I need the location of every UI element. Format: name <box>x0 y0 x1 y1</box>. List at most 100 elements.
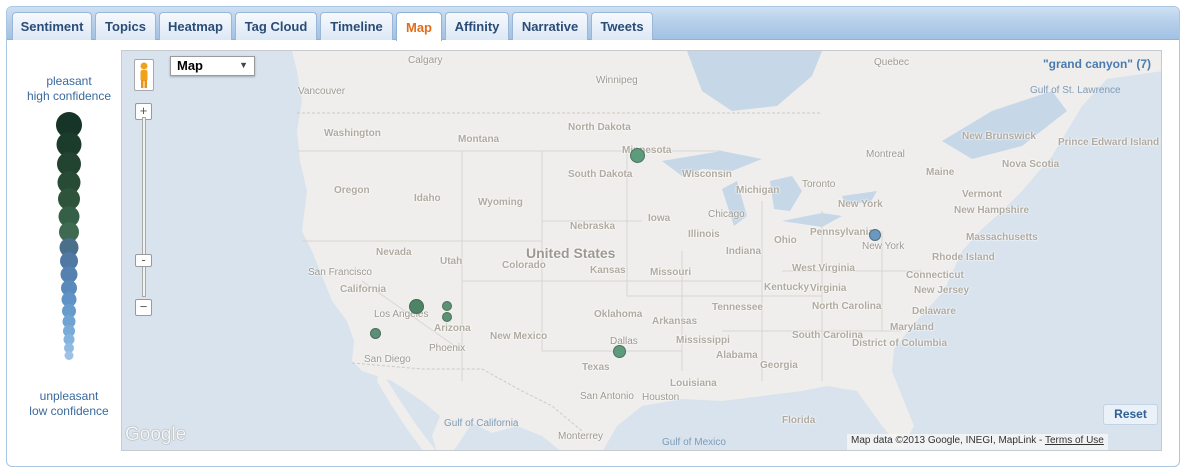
tweet-marker[interactable] <box>442 301 452 311</box>
map-label-state: Montana <box>458 134 500 145</box>
legend-scale-bubble <box>64 350 74 360</box>
tab-affinity[interactable]: Affinity <box>445 12 509 40</box>
map-label-city: San Antonio <box>580 391 634 402</box>
map-label-state: Nebraska <box>570 221 616 232</box>
tweet-marker[interactable] <box>630 148 645 163</box>
legend-top-label: pleasant high confidence <box>14 74 124 104</box>
map-attribution: Map data ©2013 Google, INEGI, MapLink - … <box>847 434 1108 450</box>
map-label-state: Michigan <box>736 185 780 196</box>
map-label-state: Colorado <box>502 260 546 271</box>
map-label-state: Indiana <box>726 246 762 257</box>
tweet-marker[interactable] <box>869 229 881 241</box>
query-label: "grand canyon" (7) <box>1042 57 1151 71</box>
dropdown-caret-icon: ▼ <box>239 60 248 70</box>
map-label-state: Prince Edward Island <box>1058 137 1160 148</box>
map-label-city: Dallas <box>610 336 638 347</box>
map-label-state: South Dakota <box>568 169 633 180</box>
map-label-state: New Jersey <box>914 285 970 296</box>
tweet-marker[interactable] <box>409 299 424 314</box>
map-label-state: Georgia <box>760 360 798 371</box>
map-type-select[interactable]: Map ▼ <box>170 56 255 76</box>
map-label-state: Idaho <box>414 193 441 204</box>
map-label-city: Vancouver <box>298 86 346 97</box>
tab-tweets[interactable]: Tweets <box>591 12 653 40</box>
terms-of-use-link[interactable]: Terms of Use <box>1045 435 1104 446</box>
map-label-city: San Diego <box>364 354 411 365</box>
map-label-state: Florida <box>782 415 816 426</box>
tab-narrative[interactable]: Narrative <box>512 12 588 40</box>
tab-topics[interactable]: Topics <box>95 12 156 40</box>
legend-high-confidence: high confidence <box>26 89 112 103</box>
map-label-city: San Francisco <box>308 267 372 278</box>
map-view[interactable]: Calgary Winnipeg Quebec Vancouver Washington… <box>121 50 1162 451</box>
map-label-city: Montreal <box>866 149 905 160</box>
map-label-country: United States <box>526 245 616 261</box>
legend-low-confidence: low confidence <box>29 404 109 418</box>
map-label-state: Connecticut <box>906 270 964 281</box>
map-label-state: West Virginia <box>792 263 855 274</box>
tab-heatmap[interactable]: Heatmap <box>159 12 232 40</box>
tweet-marker[interactable] <box>370 328 381 339</box>
map-label-state: Iowa <box>648 213 671 224</box>
map-label-state: Rhode Island <box>932 252 995 263</box>
map-label-city: Calgary <box>408 55 443 66</box>
reset-button[interactable]: Reset <box>1103 404 1158 425</box>
tab-bar: Sentiment Topics Heatmap Tag Cloud Timel… <box>7 7 1179 41</box>
google-logo: Google <box>125 424 187 445</box>
pegman-icon <box>140 62 148 88</box>
map-label-city: New York <box>862 241 905 252</box>
zoom-slider-handle[interactable]: - <box>135 253 152 267</box>
map-label-state: North Dakota <box>568 122 631 133</box>
legend-unpleasant: unpleasant <box>39 389 99 403</box>
zoom-out-button[interactable]: − <box>135 299 152 316</box>
tab-sentiment[interactable]: Sentiment <box>12 12 92 40</box>
tab-map[interactable]: Map <box>396 12 442 41</box>
map-label-state: Utah <box>440 256 463 267</box>
map-label-state: Wisconsin <box>682 169 732 180</box>
map-type-value: Map <box>177 58 203 73</box>
map-label-state: Delaware <box>912 306 956 317</box>
map-label-state: Mississippi <box>676 335 730 346</box>
attribution-text: Map data ©2013 Google, INEGI, MapLink - <box>851 435 1045 446</box>
map-label-state: Ohio <box>774 235 797 246</box>
legend-bottom-label: unpleasant low confidence <box>14 389 124 419</box>
map-label-city: Phoenix <box>429 343 466 354</box>
map-label-state: New York <box>838 199 883 210</box>
zoom-slider-track[interactable] <box>142 117 146 297</box>
tab-tag-cloud[interactable]: Tag Cloud <box>235 12 317 40</box>
legend-pleasant: pleasant <box>46 74 92 88</box>
map-label-city: Winnipeg <box>596 75 638 86</box>
map-label-state: Wyoming <box>478 197 523 208</box>
map-label-city: Houston <box>642 392 680 403</box>
map-label-state: New Hampshire <box>954 205 1030 216</box>
map-label-state: Tennessee <box>712 302 763 313</box>
map-label-state: Vermont <box>962 189 1003 200</box>
map-label-state: Texas <box>582 362 610 373</box>
map-label-state: North Carolina <box>812 301 882 312</box>
map-label-water: Gulf of Mexico <box>662 437 726 448</box>
map-label-state: Kentucky <box>764 282 810 293</box>
map-label-state: Illinois <box>688 229 720 240</box>
street-view-pegman[interactable] <box>134 59 154 91</box>
map-label-state: Arizona <box>434 323 471 334</box>
map-label-city: Chicago <box>708 209 745 220</box>
tweet-marker[interactable] <box>613 345 626 358</box>
tab-timeline[interactable]: Timeline <box>320 12 393 40</box>
map-label-state: Arkansas <box>652 316 698 327</box>
map-basemap <box>122 51 1161 450</box>
map-label-state: Virginia <box>810 283 847 294</box>
map-label-state: Alabama <box>716 350 758 361</box>
map-label-state: California <box>340 284 387 295</box>
map-label-state: Nevada <box>376 247 412 258</box>
map-label-state: Kansas <box>590 265 626 276</box>
map-label-state: New Mexico <box>490 331 548 342</box>
map-label-state: Missouri <box>650 267 692 278</box>
map-label-state: District of Columbia <box>852 338 948 349</box>
map-label-state: Maryland <box>890 322 934 333</box>
map-label-state: Louisiana <box>670 378 717 389</box>
map-label-water: Gulf of California <box>444 418 519 429</box>
tweet-marker[interactable] <box>442 312 452 322</box>
map-label-state: Pennsylvania <box>810 227 874 238</box>
map-label-state: Nova Scotia <box>1002 159 1060 170</box>
map-label-water: Gulf of St. Lawrence <box>1030 85 1121 96</box>
